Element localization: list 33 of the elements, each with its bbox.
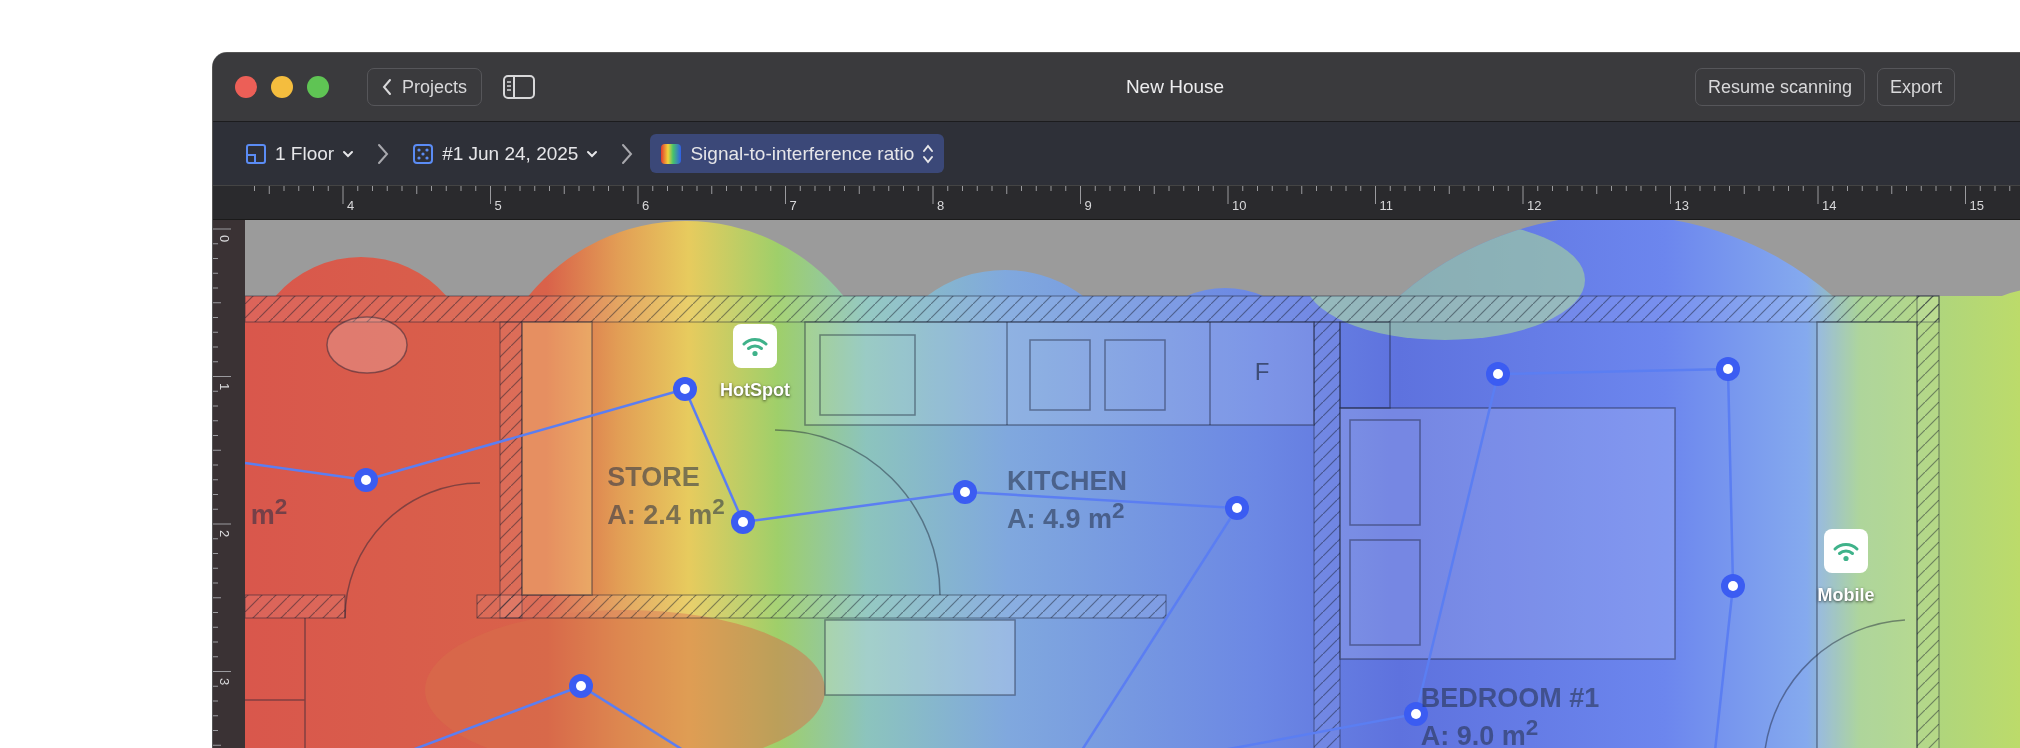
ruler-label: 4 xyxy=(347,198,355,213)
room-name: KITCHEN xyxy=(1007,464,1127,497)
ruler-label: 1 xyxy=(217,382,233,390)
back-button[interactable]: Projects xyxy=(367,68,483,106)
ruler-label: 14 xyxy=(1822,198,1837,213)
access-point-label: Mobile xyxy=(1817,584,1875,606)
resume-scanning-button[interactable]: Resume scanning xyxy=(1695,68,1866,106)
fixture-label: F xyxy=(1254,358,1270,386)
ruler-label: 12 xyxy=(1527,198,1542,213)
room-area: A: 4.9 m$^{2}$ xyxy=(1007,497,1127,536)
room-name: BEDROOM #1 xyxy=(1420,681,1600,714)
ruler-label: 15 xyxy=(1969,198,1984,213)
ruler-label: 9 xyxy=(1084,198,1092,213)
window-title: New House xyxy=(1125,76,1225,97)
ruler-label: 13 xyxy=(1674,198,1689,213)
breadcrumb[interactable]: 1 Floor xyxy=(239,134,361,173)
breadcrumb[interactable]: #1 Jun 24, 2025 xyxy=(406,134,605,173)
room-area: m$^{2}$ xyxy=(250,492,288,532)
ruler-label: 0 xyxy=(217,234,233,243)
ruler-label: 8 xyxy=(937,198,945,213)
ruler-label: 6 xyxy=(642,198,650,213)
ruler-label: 3 xyxy=(217,677,233,685)
ruler-label: 11 xyxy=(1379,198,1393,213)
room-area: A: 2.4 m$^{2}$ xyxy=(607,493,725,532)
ruler-label: 7 xyxy=(789,198,797,213)
export-button[interactable]: Export xyxy=(1877,68,1956,106)
breadcrumb[interactable]: Signal-to-interference ratio xyxy=(650,134,945,173)
ruler-label: 2 xyxy=(217,529,233,538)
ruler-label: 10 xyxy=(1232,198,1247,213)
ruler-label: 5 xyxy=(494,198,502,213)
room-area: A: 9.0 m$^{2}$ xyxy=(1420,714,1600,748)
access-point-label: HotSpot xyxy=(720,379,790,401)
room-name: STORE xyxy=(607,460,701,493)
